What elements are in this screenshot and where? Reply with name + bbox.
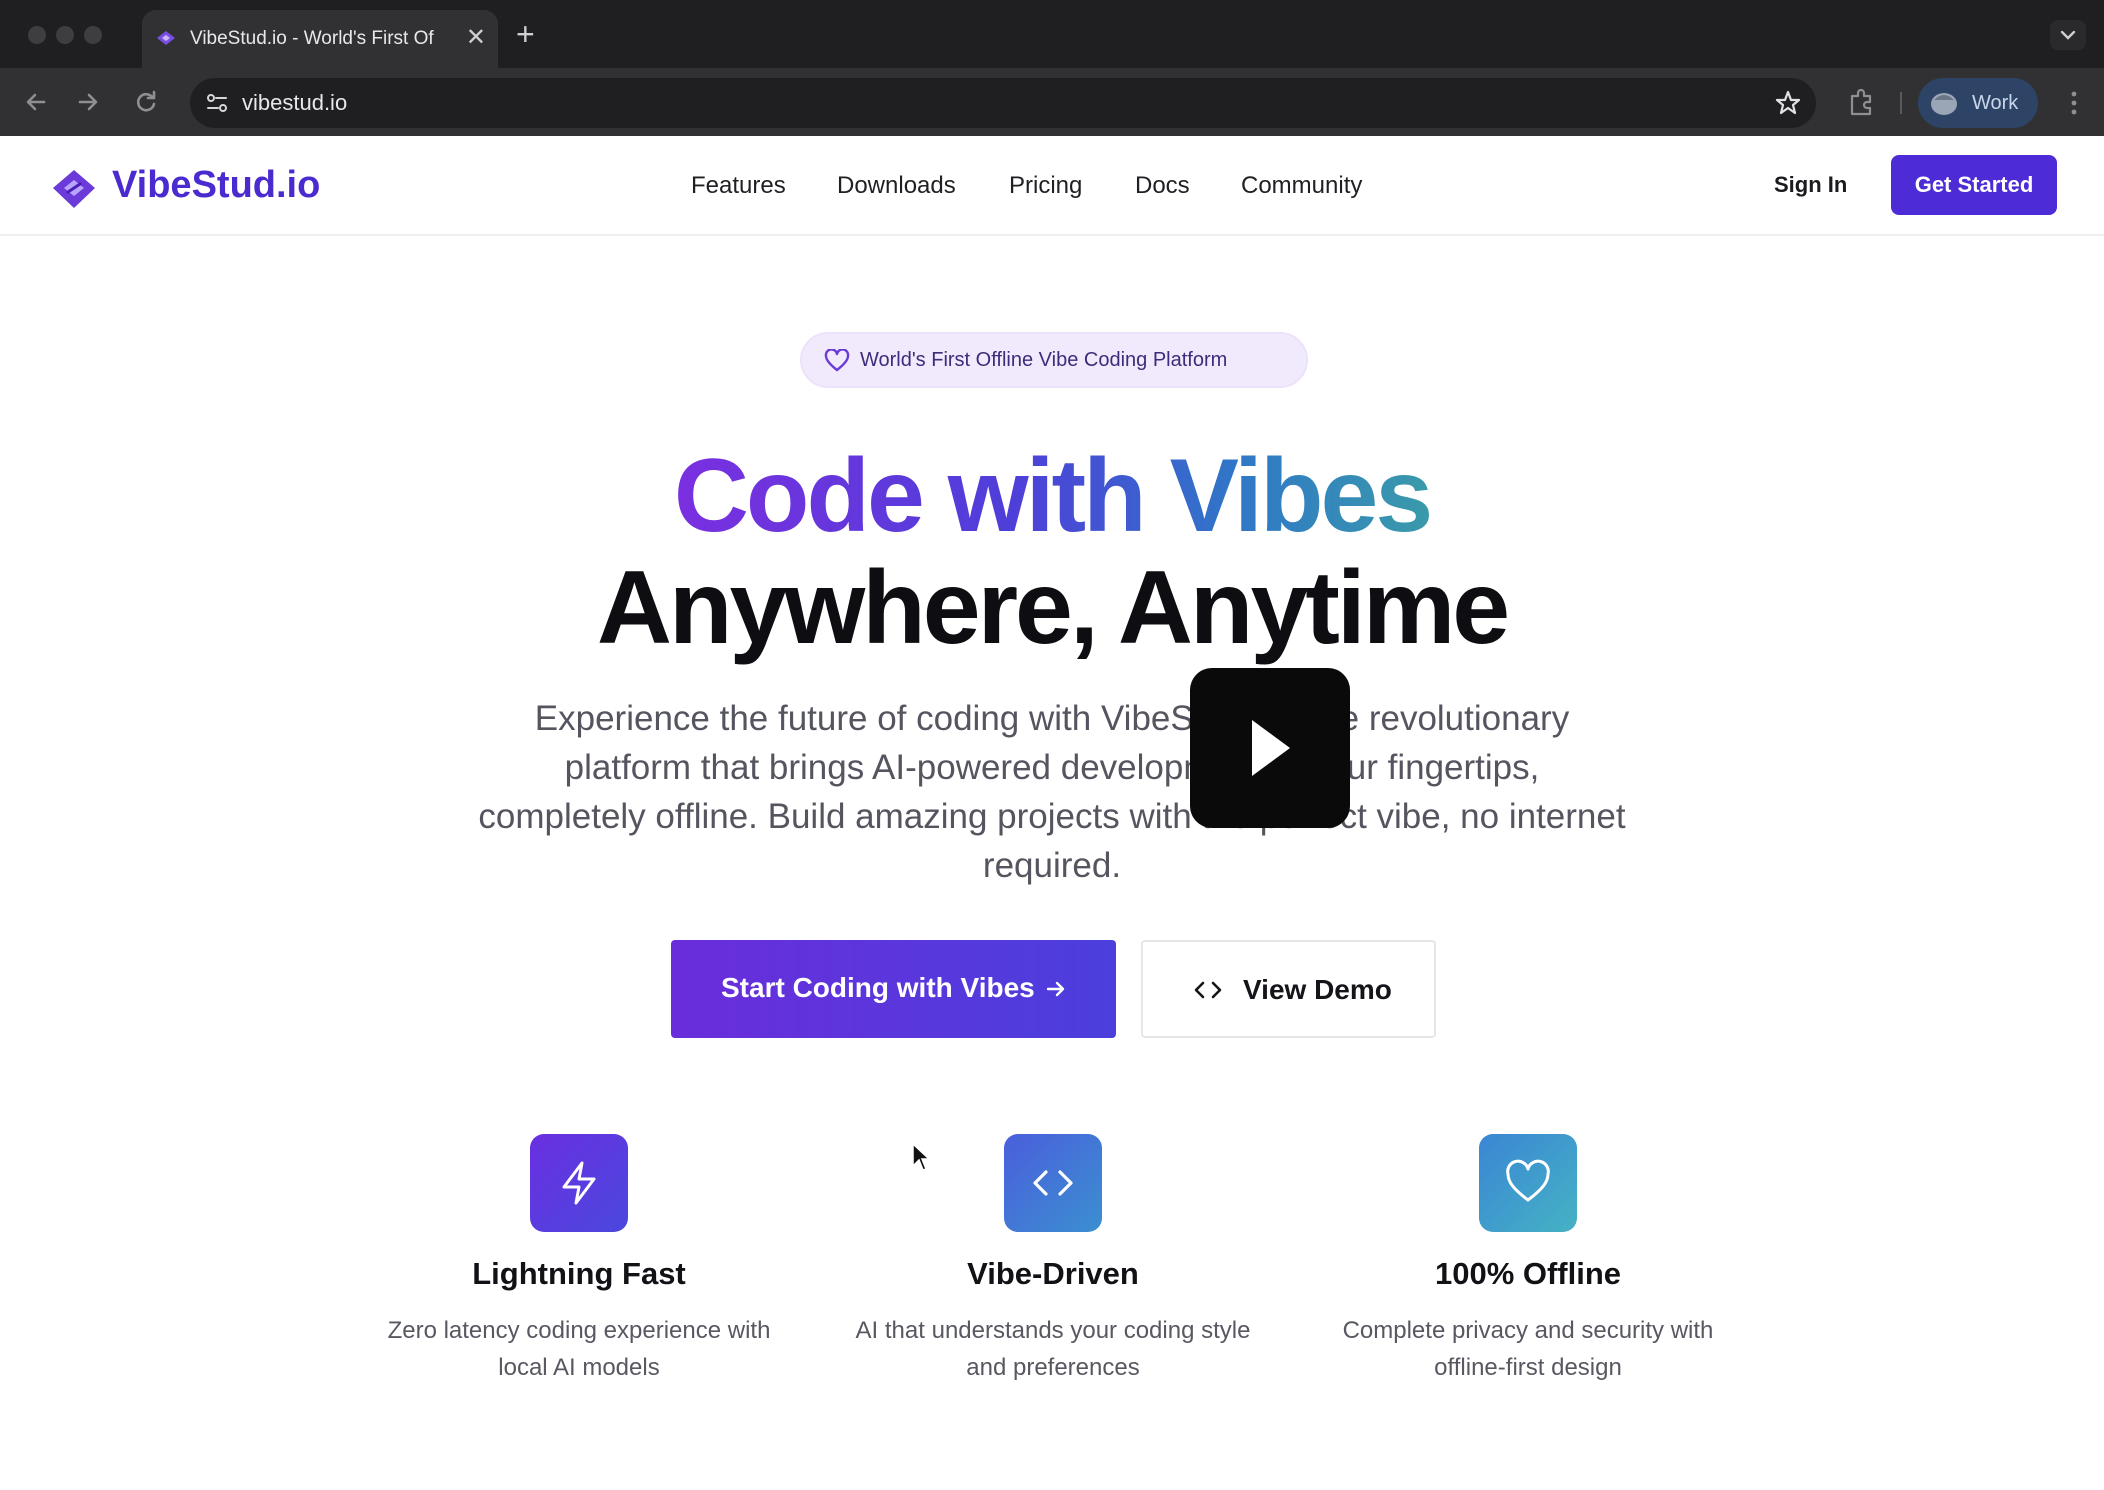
tab-search-chevron-icon[interactable]: [2050, 20, 2086, 50]
feature-description-line: Zero latency coding experience with: [387, 1317, 771, 1344]
feature-description-line: local AI models: [498, 1354, 660, 1381]
hero-description-line: completely offline. Build amazing projec…: [478, 797, 1626, 836]
arrow-right-icon: [1046, 981, 1065, 997]
badge-text: World's First Offline Vibe Coding Platfo…: [860, 349, 1228, 371]
feature-card-lightning-fast: Lightning Fast Zero latency coding exper…: [349, 1134, 809, 1414]
feature-description-line: AI that understands your coding style: [855, 1317, 1251, 1344]
hero-description: Experience the future of coding with Vib…: [450, 694, 1654, 890]
window-close-dot[interactable]: [28, 26, 46, 44]
toolbar-divider: [1900, 92, 1902, 114]
feature-icon-tile: [1479, 1134, 1577, 1232]
browser-tab[interactable]: VibeStud.io - World's First Of ✕: [142, 10, 498, 68]
code-icon: [1033, 1170, 1073, 1196]
profile-avatar-icon: [1931, 93, 1957, 115]
reload-icon[interactable]: [130, 86, 162, 118]
feature-title: 100% Offline: [1434, 1256, 1622, 1291]
hero-badge: World's First Offline Vibe Coding Platfo…: [800, 332, 1308, 388]
play-icon: [1252, 720, 1290, 776]
logo-text[interactable]: VibeStud.io: [112, 164, 320, 207]
feature-description: AI that understands your coding style an…: [823, 1312, 1283, 1386]
heart-icon: [1506, 1159, 1550, 1202]
get-started-button[interactable]: Get Started: [1891, 155, 2057, 215]
feature-card-offline: 100% Offline Complete privacy and securi…: [1298, 1134, 1758, 1414]
video-play-button[interactable]: [1190, 668, 1350, 828]
nav-features[interactable]: Features: [691, 172, 786, 200]
lightning-icon: [562, 1161, 596, 1205]
screen: VibeStud.io - World's First Of ✕ + vibes…: [0, 0, 2104, 1490]
hero-description-line: required.: [982, 846, 1122, 885]
url-text[interactable]: vibestud.io: [242, 90, 347, 116]
extensions-icon[interactable]: [1846, 88, 1876, 118]
new-tab-button[interactable]: +: [516, 16, 535, 52]
profile-name: Work: [1972, 92, 2019, 114]
nav-community[interactable]: Community: [1241, 172, 1362, 200]
hero-title-line2: Anywhere, Anytime: [596, 550, 1510, 666]
address-bar[interactable]: vibestud.io: [190, 78, 1816, 128]
web-page: VibeStud.io Features Downloads Pricing D…: [0, 136, 2104, 1490]
hero-description-line: platform that brings AI-powered developm…: [564, 748, 1540, 787]
feature-title: Lightning Fast: [472, 1256, 686, 1291]
feature-description-line: Complete privacy and security with: [1342, 1317, 1714, 1344]
nav-docs[interactable]: Docs: [1135, 172, 1190, 200]
feature-icon-tile: [1004, 1134, 1102, 1232]
feature-title: Vibe-Driven: [967, 1256, 1139, 1291]
hero-title-gradient-text: Code with Vibes: [673, 438, 1433, 554]
start-coding-button[interactable]: Start Coding with Vibes: [671, 940, 1116, 1038]
feature-card-vibe-driven: Vibe-Driven AI that understands your cod…: [823, 1134, 1283, 1414]
browser-menu-icon[interactable]: [2064, 88, 2084, 118]
feature-icon-tile: [530, 1134, 628, 1232]
window-zoom-dot[interactable]: [84, 26, 102, 44]
feature-description: Complete privacy and security with offli…: [1298, 1312, 1758, 1386]
hero-description-line: Experience the future of coding with Vib…: [534, 699, 1570, 738]
tab-close-icon[interactable]: ✕: [466, 24, 486, 52]
nav-pricing[interactable]: Pricing: [1009, 172, 1082, 200]
hero-title-line1: Code with Vibes: [0, 436, 2104, 556]
sign-in-link[interactable]: Sign In: [1774, 172, 1847, 198]
tab-title: VibeStud.io - World's First Of: [190, 28, 434, 49]
nav-downloads[interactable]: Downloads: [837, 172, 956, 200]
forward-arrow-icon[interactable]: [72, 86, 104, 118]
site-header: VibeStud.io Features Downloads Pricing D…: [0, 136, 2104, 236]
view-demo-label: View Demo: [1243, 974, 1392, 1005]
heart-icon: [824, 349, 850, 372]
bookmark-star-icon[interactable]: [1774, 89, 1802, 117]
profile-button[interactable]: Work: [1918, 78, 2038, 128]
window-minimize-dot[interactable]: [56, 26, 74, 44]
start-coding-label: Start Coding with Vibes: [721, 972, 1035, 1003]
site-settings-icon[interactable]: [204, 90, 230, 116]
code-icon: [1194, 981, 1222, 999]
site-favicon-icon: [157, 31, 175, 45]
browser-tab-bar: VibeStud.io - World's First Of ✕ +: [0, 0, 2104, 68]
browser-toolbar: vibestud.io Work: [0, 68, 2104, 136]
feature-description-line: and preferences: [966, 1354, 1140, 1381]
back-arrow-icon[interactable]: [20, 86, 52, 118]
view-demo-button[interactable]: View Demo: [1141, 940, 1436, 1038]
feature-description: Zero latency coding experience with loca…: [349, 1312, 809, 1386]
feature-description-line: offline-first design: [1434, 1354, 1622, 1381]
logo-icon[interactable]: [50, 166, 98, 214]
